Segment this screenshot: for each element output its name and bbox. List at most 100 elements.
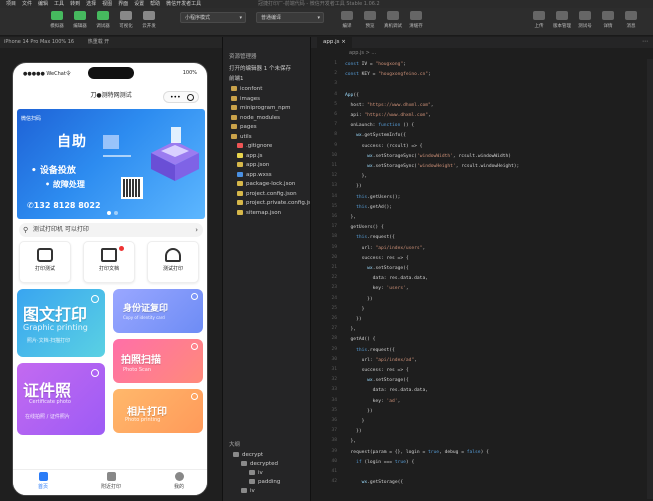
outline-item[interactable]: iv [241,487,255,495]
file-tree-item[interactable]: miniprogram_npm [231,104,290,112]
code-line[interactable]: }) [345,316,362,323]
code-line[interactable]: success: res => { [345,255,409,262]
code-line[interactable]: key: 'ad', [345,398,401,405]
toolbar-button[interactable]: 编辑器 [69,11,91,29]
outline-header[interactable]: 大纲 [229,441,240,449]
code-line[interactable]: getUsers() { [345,224,384,231]
code-line[interactable]: wx.getStorage({ [345,479,404,486]
file-tree-item[interactable]: pages [231,123,257,131]
menu-item[interactable]: 编辑 [38,0,48,8]
outline-item[interactable]: iv [249,469,263,477]
menu-item[interactable]: 工具 [54,0,64,8]
code-line[interactable]: wx.setStorage({ [345,265,409,272]
code-line[interactable]: key: 'users', [345,285,409,292]
notice-bar[interactable]: ⚲ 测试打印机 可以打印 › [19,223,203,237]
code-line[interactable]: url: "api/index/users", [345,245,426,252]
code-line[interactable]: } [345,418,365,425]
quick-item-print-doc[interactable]: 打印文档 [83,241,135,283]
banner[interactable]: 微信扫码 自助 • 设备投放 • 故障处理 ✆132 8128 8022 [17,109,205,219]
code-line[interactable]: data: res.data.data, [345,387,428,394]
file-tree-item[interactable]: app.json [237,161,269,169]
menu-item[interactable]: 选择 [86,0,96,8]
toolbar-button[interactable]: 模拟器 [46,11,68,29]
toolbar-button[interactable]: 版本管理 [551,11,573,29]
code-line[interactable]: getAd() { [345,336,376,343]
menu-item[interactable]: 文件 [22,0,32,8]
toolbar-button[interactable]: 预览 [359,11,381,29]
card-graphic-printing[interactable]: 图文打印 Graphic printing 照片·文档·扫描打印 [17,289,105,357]
quick-item-test-print[interactable]: 测试打印 [147,241,199,283]
toolbar-button[interactable]: 测试号 [574,11,596,29]
code-line[interactable]: request(param = {}, login = true, debug … [345,449,489,456]
toolbar-button[interactable]: 编译 [336,11,358,29]
code-line[interactable]: success: res => { [345,367,409,374]
menu-item[interactable]: 设置 [134,0,144,8]
code-line[interactable]: host: "https://www.dhxml.com", [345,102,434,109]
banner-dot[interactable] [107,211,111,215]
code-line[interactable]: }, [345,326,357,333]
code-line[interactable]: } [345,306,365,313]
code-line[interactable]: }, [345,214,357,221]
card-photo-printing[interactable]: 相片打印 Photo printing [113,389,203,433]
code-line[interactable]: wx.setStorageSync('windowWidth', rcsult.… [345,153,511,160]
menu-item[interactable]: 转到 [70,0,80,8]
close-circle-icon[interactable] [187,94,194,101]
code-line[interactable]: }, [345,173,368,180]
menu-item[interactable]: 项目 [6,0,16,8]
code-line[interactable]: this.getAd(); [345,204,392,211]
toolbar-button[interactable]: 真机调试 [382,11,404,29]
scrollbar[interactable] [647,59,653,499]
file-tree-item[interactable]: node_modules [231,114,280,122]
file-tree-item[interactable]: project.config.json [237,190,297,198]
toolbar-button[interactable]: 详情 [597,11,619,29]
code-line[interactable]: }) [345,296,373,303]
tab-app-js[interactable]: app.js × [317,37,352,48]
menu-item[interactable]: 帮助 [150,0,160,8]
code-line[interactable]: }) [345,428,362,435]
menu-item[interactable]: 微信开发者工具 [166,0,201,8]
toolbar-button[interactable]: 消息 [620,11,642,29]
project-header[interactable]: 前端1 [229,75,244,83]
file-tree-item[interactable]: iconfont [231,85,262,93]
mode-select[interactable]: 小程序模式 [180,12,246,23]
toolbar-button[interactable]: 云开发 [138,11,160,29]
banner-dot[interactable] [114,211,118,215]
file-tree-item[interactable]: app.wxss [237,171,272,179]
outline-item[interactable]: decrypt [233,451,263,459]
code-line[interactable]: url: "api/index/ad", [345,357,417,364]
outline-item[interactable]: decrypted [241,460,278,468]
file-tree-item[interactable]: images [231,95,260,103]
toolbar-button[interactable]: 清缓存 [405,11,427,29]
toolbar-button[interactable]: 调试器 [92,11,114,29]
tab-mine[interactable]: 我的 [159,472,199,490]
code-line[interactable]: onLaunch: function () { [345,122,415,129]
code-line[interactable]: const KEY = "hougxongfeino.cn"; [345,71,431,78]
tab-home[interactable]: 首页 [23,472,63,490]
code-line[interactable]: this.getUsers(); [345,194,400,201]
file-tree-item[interactable]: .gitignore [237,142,272,150]
file-tree-item[interactable]: app.js [237,152,263,160]
card-photo-scan[interactable]: 拍照扫描 Photo Scan [113,339,203,383]
code-line[interactable]: wx.setStorageSync('windowHeight', rcsult… [345,163,519,170]
code-line[interactable]: data: res.data.data, [345,275,428,282]
code-line[interactable]: }, [345,438,357,445]
close-icon[interactable]: × [341,39,346,45]
file-tree-item[interactable]: sitemap.json [237,209,281,217]
file-tree-item[interactable]: package-lock.json [237,180,295,188]
compile-select[interactable]: 普通编译 [256,12,324,23]
menu-item[interactable]: 视图 [102,0,112,8]
card-certificate-photo[interactable]: 证件照 Certificate photo 在线拍照 / 证件照片 [17,363,105,435]
code-line[interactable]: const IV = "hougxong"; [345,61,406,68]
outline-item[interactable]: padding [249,478,280,486]
quick-item-print-test[interactable]: 打印测试 [19,241,71,283]
code-line[interactable]: this.request({ [345,347,395,354]
toolbar-button[interactable]: 上传 [528,11,550,29]
menu-item[interactable]: 界面 [118,0,128,8]
code-line[interactable]: App({ [345,92,359,99]
more-icon[interactable]: ••• [170,94,181,101]
hot-reload-select[interactable]: 热重载 开 [88,39,110,45]
file-tree-item[interactable]: project.private.config.js... [237,199,316,207]
code-line[interactable]: if (login === true) { [345,459,414,466]
open-editors-header[interactable]: 打开的编辑器 1 个未保存 [229,65,291,73]
code-line[interactable]: success: (rcsult) => { [345,143,423,150]
